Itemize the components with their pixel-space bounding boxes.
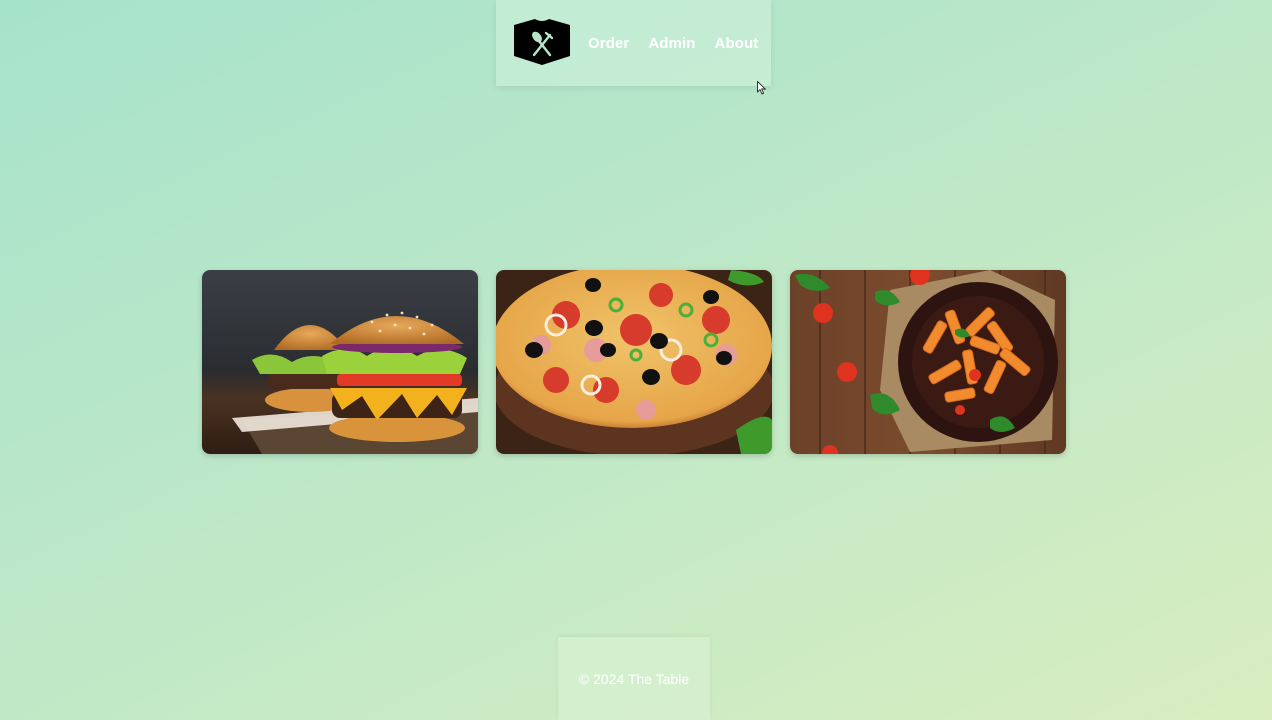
pasta-image[interactable] [790,270,1066,454]
nav-link-order[interactable]: Order [588,35,629,52]
food-gallery [202,270,1066,454]
nav-links: Order Admin About [588,35,758,52]
burger-image[interactable] [202,270,478,454]
navbar: Order Admin About [496,0,771,86]
footer: © 2024 The Table [558,637,710,720]
nav-link-admin[interactable]: Admin [648,35,695,52]
nav-link-about[interactable]: About [715,35,759,52]
book-fork-spoon-icon[interactable] [513,19,571,67]
mouse-pointer-icon [757,81,767,95]
copyright-text: © 2024 The Table [578,671,690,687]
pizza-image[interactable] [496,270,772,454]
